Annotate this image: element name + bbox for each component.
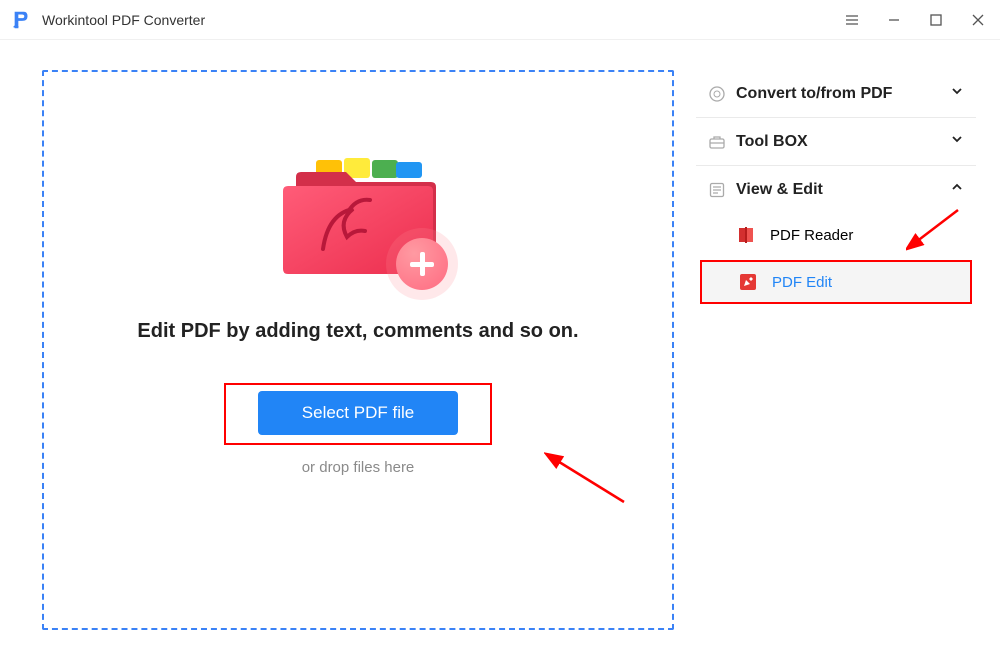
pdf-edit-icon: [738, 272, 758, 292]
submenu-label: PDF Edit: [772, 274, 832, 291]
plus-icon: [396, 238, 448, 290]
chevron-down-icon: [950, 84, 964, 103]
chevron-up-icon: [950, 180, 964, 199]
hamburger-menu-icon[interactable]: [840, 8, 864, 32]
submenu-label: PDF Reader: [770, 227, 853, 244]
convert-icon: [708, 85, 726, 103]
window-controls: [840, 8, 990, 32]
sidebar: Convert to/from PDF Tool BOX: [696, 70, 976, 630]
app-logo-icon: [10, 8, 34, 32]
minimize-icon[interactable]: [882, 8, 906, 32]
view-edit-icon: [708, 181, 726, 199]
maximize-icon[interactable]: [924, 8, 948, 32]
accordion-label: View & Edit: [736, 181, 940, 199]
accordion-convert[interactable]: Convert to/from PDF: [696, 70, 976, 117]
app-title: Workintool PDF Converter: [42, 12, 840, 28]
toolbox-icon: [708, 133, 726, 151]
titlebar: Workintool PDF Converter: [0, 0, 1000, 40]
submenu-pdf-edit[interactable]: PDF Edit: [700, 260, 972, 304]
accordion-view-edit[interactable]: View & Edit: [696, 166, 976, 213]
annotation-highlight-select-button: Select PDF file: [224, 383, 492, 445]
select-pdf-button[interactable]: Select PDF file: [258, 391, 458, 435]
pdf-reader-icon: [736, 225, 756, 245]
dropzone-heading: Edit PDF by adding text, comments and so…: [137, 320, 578, 343]
drop-hint-text: or drop files here: [302, 459, 415, 476]
close-icon[interactable]: [966, 8, 990, 32]
accordion-label: Tool BOX: [736, 133, 940, 151]
submenu-pdf-reader[interactable]: PDF Reader: [696, 213, 976, 257]
accordion-toolbox[interactable]: Tool BOX: [696, 118, 976, 165]
annotation-arrow-icon: [544, 452, 634, 512]
file-dropzone[interactable]: Edit PDF by adding text, comments and so…: [42, 70, 674, 630]
accordion-label: Convert to/from PDF: [736, 85, 940, 103]
folder-illustration-icon: [278, 154, 438, 284]
chevron-down-icon: [950, 132, 964, 151]
